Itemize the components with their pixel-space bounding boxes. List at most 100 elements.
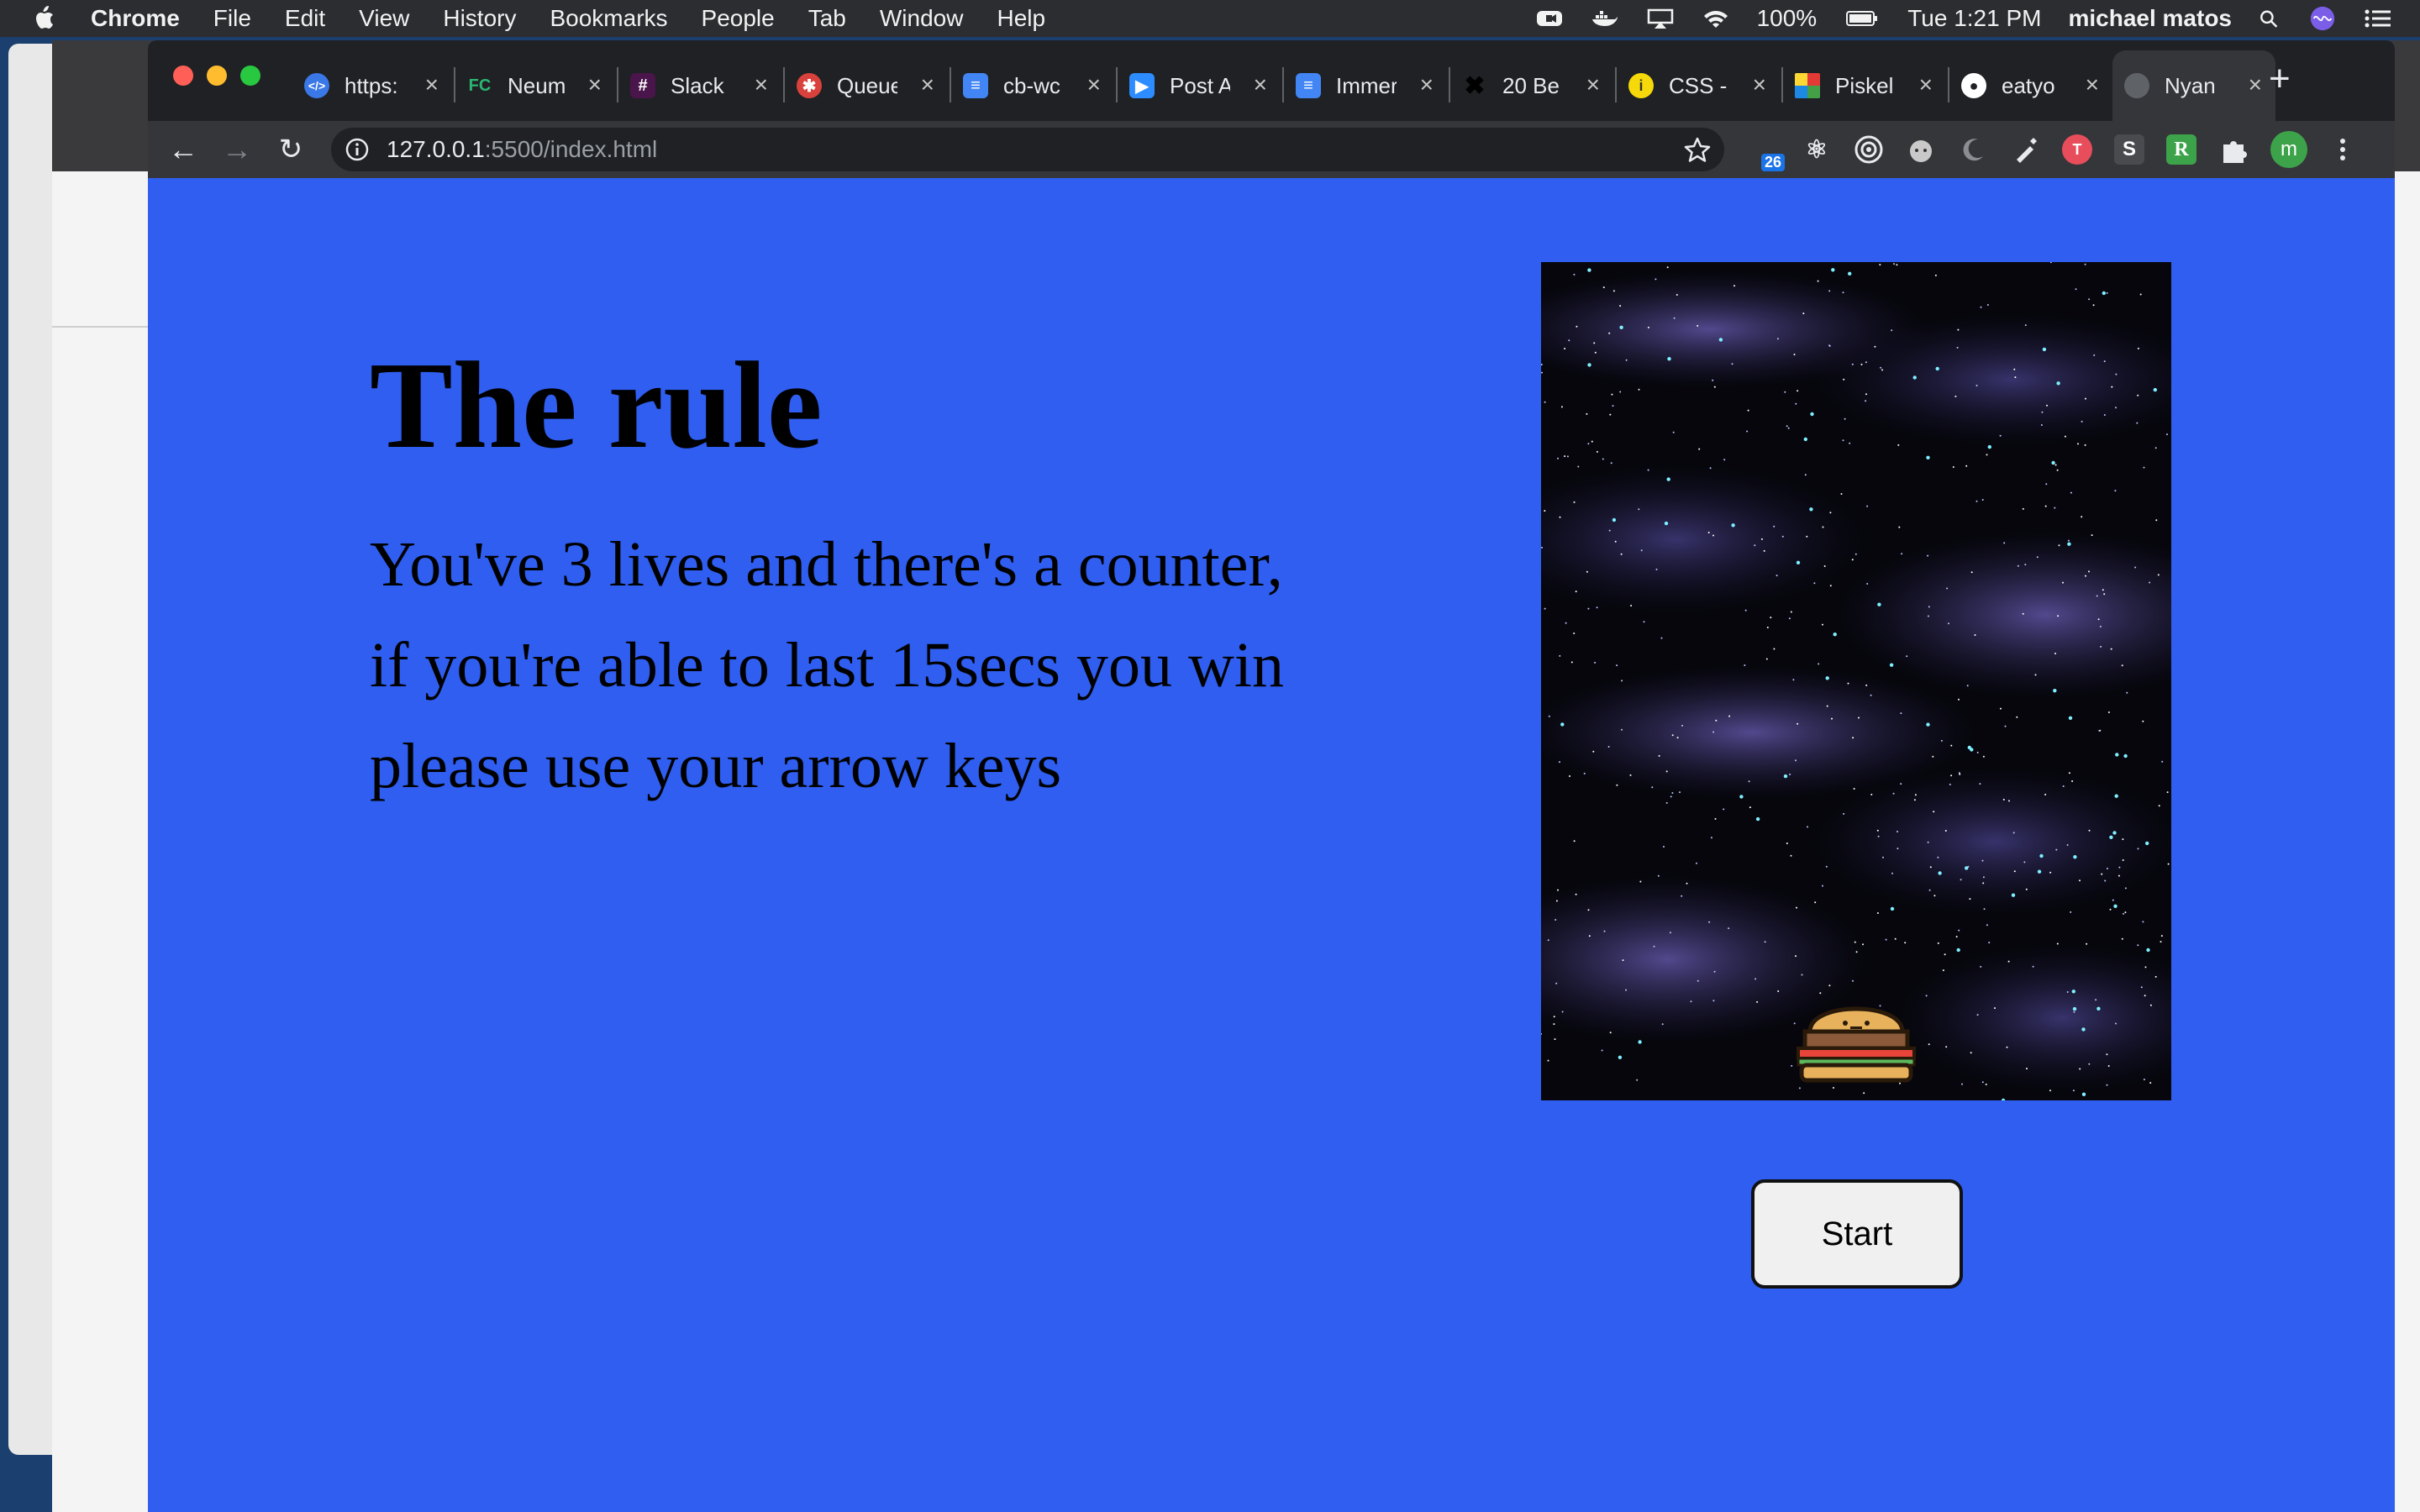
- close-icon[interactable]: ×: [1753, 72, 1766, 97]
- tab-nyan[interactable]: Nyan ×: [2112, 50, 2275, 121]
- tab-20-be[interactable]: ✖ 20 Be ×: [1450, 50, 1613, 121]
- tab-post[interactable]: ▶ Post A ×: [1118, 50, 1281, 121]
- game-canvas[interactable]: [1541, 262, 2171, 1100]
- r-extension-icon[interactable]: R: [2166, 134, 2196, 165]
- menu-file[interactable]: File: [213, 5, 251, 32]
- close-icon[interactable]: ×: [921, 72, 934, 97]
- zoom-meeting-icon[interactable]: [1535, 8, 1564, 29]
- star: [1975, 385, 1978, 386]
- bookmark-star-icon[interactable]: [1684, 136, 1711, 163]
- tab-slack[interactable]: # Slack ×: [618, 50, 781, 121]
- star: [1658, 754, 1660, 757]
- close-icon[interactable]: ×: [425, 72, 439, 97]
- star: [1763, 549, 1765, 552]
- star: [1854, 553, 1857, 555]
- star: [1547, 1059, 1549, 1062]
- menu-history[interactable]: History: [443, 5, 516, 32]
- star: [2088, 298, 2091, 301]
- star: [1754, 544, 1756, 547]
- close-icon[interactable]: ×: [1420, 72, 1434, 97]
- menubar-user[interactable]: michael matos: [2068, 5, 2232, 32]
- minimize-window-button[interactable]: [207, 66, 227, 86]
- star: [2002, 798, 2005, 801]
- notification-center-icon[interactable]: [2363, 8, 2393, 29]
- tab-queue[interactable]: ✱ Queue ×: [785, 50, 948, 121]
- battery-icon[interactable]: [1844, 8, 1881, 29]
- start-button[interactable]: Start: [1751, 1179, 1963, 1289]
- star: [2118, 866, 2121, 869]
- menu-people[interactable]: People: [702, 5, 775, 32]
- target-extension-icon[interactable]: [1854, 134, 1884, 165]
- spotlight-search-icon[interactable]: [2259, 8, 2282, 29]
- close-icon[interactable]: ×: [1254, 72, 1267, 97]
- eyedropper-extension-icon[interactable]: [2010, 134, 2040, 165]
- star: [1801, 974, 1803, 976]
- close-icon[interactable]: ×: [755, 72, 768, 97]
- tab-https[interactable]: </> https: ×: [292, 50, 452, 121]
- tab-piskel[interactable]: Piskel ×: [1783, 50, 1946, 121]
- star: [1810, 412, 1814, 417]
- star: [1969, 898, 1971, 900]
- star: [1974, 634, 1976, 636]
- menu-app-name[interactable]: Chrome: [91, 5, 180, 32]
- sloth-extension-icon[interactable]: [1906, 134, 1936, 165]
- tab-eatyo[interactable]: ● eatyo ×: [1949, 50, 2112, 121]
- wifi-icon[interactable]: [1702, 8, 1730, 29]
- star: [1541, 546, 1543, 549]
- close-icon[interactable]: ×: [1919, 72, 1933, 97]
- web-page: The rule You've 3 lives and there's a co…: [148, 178, 2395, 1512]
- todoist-extension-icon[interactable]: T: [2062, 134, 2092, 165]
- burger-player-icon[interactable]: [1793, 993, 1919, 1085]
- react-devtools-icon[interactable]: ⚛: [1802, 134, 1832, 165]
- chrome-menu-icon[interactable]: [2328, 134, 2358, 165]
- maximize-window-button[interactable]: [240, 66, 260, 86]
- menu-view[interactable]: View: [359, 5, 409, 32]
- moon-extension-icon[interactable]: [1958, 134, 1988, 165]
- menu-help[interactable]: Help: [997, 5, 1045, 32]
- star: [2067, 539, 2070, 542]
- star: [2079, 879, 2081, 882]
- docker-icon[interactable]: [1591, 8, 1619, 29]
- star: [1944, 830, 1947, 832]
- star: [2070, 911, 2072, 913]
- menu-window[interactable]: Window: [880, 5, 964, 32]
- star: [1712, 1000, 1715, 1002]
- siri-icon[interactable]: [2309, 5, 2336, 32]
- star: [2024, 564, 2027, 566]
- tab-css[interactable]: i CSS - ×: [1617, 50, 1780, 121]
- menubar-clock[interactable]: Tue 1:21 PM: [1907, 5, 2041, 32]
- star: [2123, 753, 2128, 759]
- tab-neum[interactable]: FC Neum ×: [455, 50, 615, 121]
- tab-immer[interactable]: ≡ Immer ×: [1284, 50, 1447, 121]
- address-bar[interactable]: 127.0.0.1 :5500/index.html: [331, 128, 1724, 171]
- back-button[interactable]: ←: [166, 133, 200, 166]
- menu-bookmarks[interactable]: Bookmarks: [550, 5, 667, 32]
- info-icon[interactable]: [345, 137, 370, 162]
- star: [1877, 835, 1880, 837]
- airplay-icon[interactable]: [1646, 8, 1675, 29]
- new-tab-button[interactable]: +: [2269, 60, 2291, 97]
- close-icon[interactable]: ×: [1087, 72, 1101, 97]
- extension-badge-icon[interactable]: 26: [1749, 134, 1785, 171]
- close-icon[interactable]: ×: [588, 72, 602, 97]
- close-window-button[interactable]: [173, 66, 193, 86]
- tab-cb-wc[interactable]: ≡ cb-wc ×: [951, 50, 1114, 121]
- star: [1587, 363, 1591, 367]
- s-extension-icon[interactable]: S: [2114, 134, 2144, 165]
- rules-line: You've 3 lives and there's a counter,: [370, 529, 1283, 600]
- reload-button[interactable]: ↻: [274, 133, 308, 166]
- star: [1897, 848, 1899, 850]
- extensions-puzzle-icon[interactable]: [2218, 134, 2249, 165]
- close-icon[interactable]: ×: [1586, 72, 1600, 97]
- profile-avatar[interactable]: m: [2270, 131, 2307, 168]
- apple-icon[interactable]: [34, 5, 57, 32]
- star: [1670, 795, 1672, 798]
- star: [2084, 444, 2086, 446]
- star: [1739, 795, 1744, 799]
- close-icon[interactable]: ×: [2086, 72, 2099, 97]
- close-icon[interactable]: ×: [2249, 72, 2262, 97]
- menu-edit[interactable]: Edit: [285, 5, 325, 32]
- menu-tab[interactable]: Tab: [808, 5, 846, 32]
- star: [1928, 606, 1930, 608]
- forward-button[interactable]: →: [220, 133, 254, 166]
